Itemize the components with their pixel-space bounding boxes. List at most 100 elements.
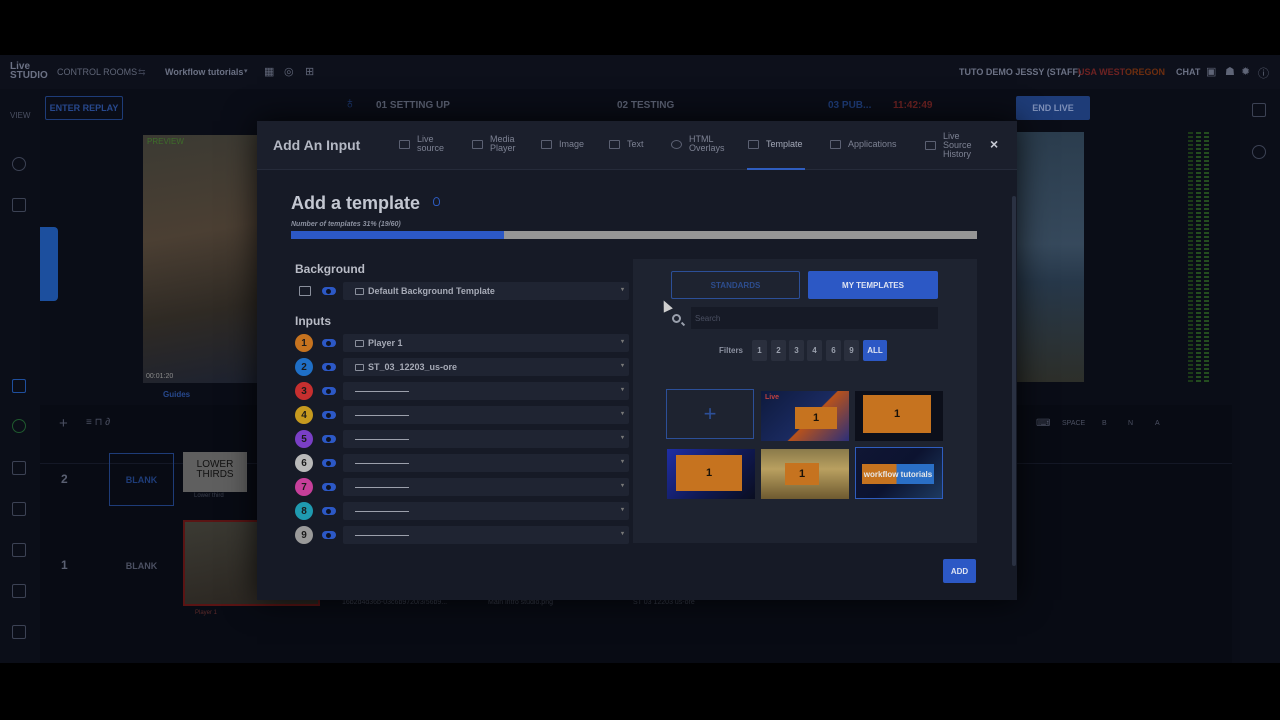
tab-template[interactable]: Template <box>748 140 803 149</box>
input-select[interactable]: —————— ▾ <box>343 478 629 496</box>
step-testing[interactable]: 02 TESTING <box>617 100 674 111</box>
sliders-icon[interactable] <box>12 625 26 639</box>
template-card[interactable]: 1 <box>761 449 849 499</box>
lower-thirds-thumbnail[interactable]: LOWER THIRDS <box>183 452 247 492</box>
my-templates-button[interactable]: MY TEMPLATES <box>808 271 938 299</box>
input-toggle[interactable] <box>322 483 336 491</box>
info-circle-icon[interactable]: ⓘ <box>1258 65 1269 81</box>
user-icon[interactable]: ☗ <box>1225 65 1235 78</box>
comment-icon[interactable]: ▣ <box>1206 65 1216 78</box>
grid-icon[interactable]: ⊞ <box>305 65 314 78</box>
camera-icon[interactable] <box>12 379 26 393</box>
input-toggle[interactable] <box>322 531 336 539</box>
template-card[interactable]: 1 <box>667 449 755 499</box>
meter-bar <box>1188 132 1193 382</box>
filter-button-1[interactable]: 1 <box>752 340 767 361</box>
background-toggle[interactable] <box>322 287 336 295</box>
blank-scene[interactable]: BLANK <box>109 453 174 506</box>
panel-icon[interactable] <box>1252 103 1266 117</box>
filter-button-2[interactable]: 2 <box>771 340 786 361</box>
gear-icon[interactable]: ✹ <box>1241 65 1250 78</box>
lock-icon[interactable]: ≡ ⊓ ∂ <box>86 417 110 428</box>
enter-replay-button[interactable]: ENTER REPLAY <box>45 96 123 120</box>
add-icon[interactable]: + <box>59 415 68 432</box>
user-menu[interactable]: TUTO DEMO JESSY (STAFF) <box>959 67 1081 77</box>
tab-media-player[interactable]: Media Player <box>472 135 524 153</box>
preview-monitor: PREVIEW 00:01:20 <box>143 135 258 383</box>
room-selector[interactable]: Workflow tutorials <box>165 67 243 77</box>
background-select[interactable]: Default Background Template ▾ <box>343 282 629 300</box>
modal-scrollbar[interactable] <box>1012 196 1016 566</box>
modal-title: Add An Input <box>273 137 361 153</box>
message-icon[interactable] <box>12 502 26 516</box>
input-select[interactable]: —————— ▾ <box>343 382 629 400</box>
template-card[interactable]: Live 1 <box>761 391 849 441</box>
region-label[interactable]: USA WEST <box>1078 67 1125 77</box>
input-select[interactable]: —————— ▾ <box>343 430 629 448</box>
input-select[interactable]: —————— ▾ <box>343 526 629 544</box>
control-rooms-link[interactable]: CONTROL ROOMS <box>57 67 137 77</box>
keyboard-icon[interactable]: ⌨ <box>1036 418 1050 429</box>
new-template-card[interactable]: + <box>666 389 754 439</box>
right-sidebar <box>1240 89 1280 663</box>
input-toggle[interactable] <box>322 459 336 467</box>
input-select[interactable]: —————— ▾ <box>343 502 629 520</box>
input-select[interactable]: —————— ▾ <box>343 454 629 472</box>
filter-button-3[interactable]: 3 <box>789 340 804 361</box>
dashboard-icon[interactable] <box>12 157 26 171</box>
monitor-icon <box>830 140 841 149</box>
filter-button-9[interactable]: 9 <box>844 340 859 361</box>
chat-button[interactable]: CHAT <box>1176 67 1200 77</box>
tools-icon[interactable] <box>12 461 26 475</box>
tab-live-source-history[interactable]: Live Source History <box>925 132 979 159</box>
input-number-badge: 2 <box>295 358 313 376</box>
filter-button-4[interactable]: 4 <box>807 340 822 361</box>
template-card[interactable]: 1 <box>855 391 943 441</box>
template-card-selected[interactable]: workflow tutorials <box>855 447 943 499</box>
input-select[interactable]: —————— ▾ <box>343 406 629 424</box>
input-toggle[interactable] <box>322 387 336 395</box>
input-toggle[interactable] <box>322 411 336 419</box>
step-publish[interactable]: 03 PUB... <box>828 100 871 111</box>
layout-icon[interactable] <box>12 198 26 212</box>
tab-text[interactable]: Text <box>609 140 644 149</box>
input-toggle[interactable] <box>322 339 336 347</box>
tab-live-source[interactable]: Live source <box>399 135 449 153</box>
input-toggle[interactable] <box>322 435 336 443</box>
tab-applications[interactable]: Applications <box>830 140 897 149</box>
close-icon[interactable]: × <box>990 136 998 152</box>
input-select[interactable]: ST_03_12203_us-ore ▾ <box>343 358 629 376</box>
end-live-button[interactable]: END LIVE <box>1016 96 1090 120</box>
text-icon[interactable] <box>12 543 26 557</box>
add-button[interactable]: ADD <box>943 559 976 583</box>
tree-icon[interactable] <box>12 419 26 433</box>
key-a[interactable]: A <box>1155 420 1160 427</box>
key-b[interactable]: B <box>1102 420 1107 427</box>
media-player-icon <box>355 339 364 347</box>
view-label: VIEW <box>10 111 31 120</box>
filter-button-6[interactable]: 6 <box>826 340 841 361</box>
image-icon <box>355 287 364 295</box>
guides-toggle[interactable]: Guides <box>163 390 190 399</box>
modal-header: Add An Input Live source Media Player Im… <box>257 121 1017 170</box>
sidebar-expand-tab[interactable] <box>40 227 58 301</box>
undo-icon[interactable] <box>1252 145 1266 159</box>
input-select[interactable]: Player 1 ▾ <box>343 334 629 352</box>
globe-icon[interactable]: ◎ <box>284 65 294 78</box>
key-n[interactable]: N <box>1128 420 1133 427</box>
tab-image[interactable]: Image <box>541 140 584 149</box>
standards-button[interactable]: STANDARDS <box>671 271 800 299</box>
chevron-down-icon: ▾ <box>620 435 624 441</box>
app-logo[interactable]: Live STUDIO <box>10 62 48 81</box>
preview-label: PREVIEW <box>147 137 184 146</box>
space-key[interactable]: SPACE <box>1062 420 1085 427</box>
step-setting-up[interactable]: 01 SETTING UP <box>376 100 450 111</box>
input-toggle[interactable] <box>322 507 336 515</box>
people-icon[interactable] <box>12 584 26 598</box>
tab-html-overlays[interactable]: HTML Overlays <box>671 135 731 153</box>
search-input[interactable] <box>691 307 938 329</box>
input-toggle[interactable] <box>322 363 336 371</box>
filter-button-all[interactable]: ALL <box>863 340 887 361</box>
calendar-icon[interactable]: ▦ <box>264 65 274 78</box>
blank-scene[interactable]: BLANK <box>109 539 174 592</box>
